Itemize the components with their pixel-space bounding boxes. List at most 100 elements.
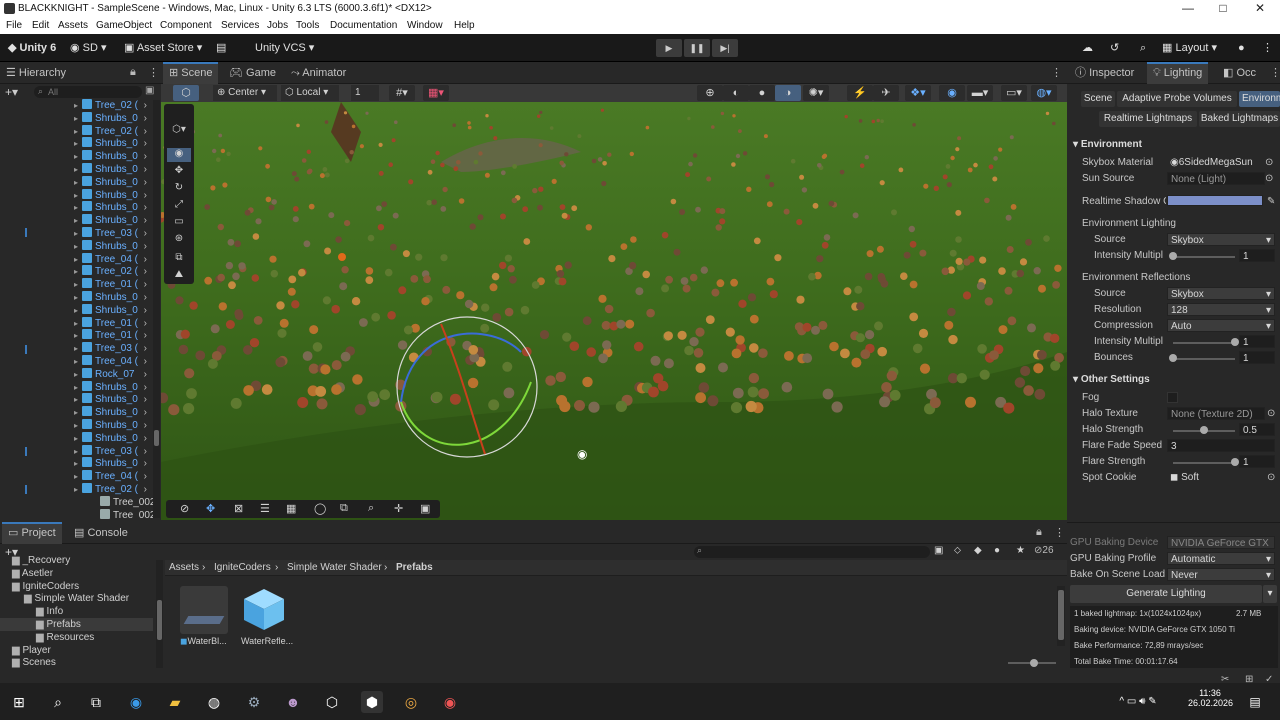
rotate-tool-icon[interactable]: ↻	[167, 182, 191, 196]
task-view-icon[interactable]: ⧉	[85, 691, 107, 713]
help-icon[interactable]: ●	[1238, 40, 1245, 56]
chevron-right-icon[interactable]: ▸	[74, 150, 82, 163]
terrain-tool-icon[interactable]: ⛰	[167, 269, 191, 283]
chevron-right-icon[interactable]: ▸	[74, 406, 82, 419]
shading-shaded-icon[interactable]: ●	[749, 85, 775, 101]
chevron-right-icon[interactable]: ›	[144, 278, 147, 291]
er-source-dropdown[interactable]: Skybox ▾	[1167, 287, 1275, 300]
terrain-render[interactable]: ◉	[161, 102, 1067, 520]
chevron-right-icon[interactable]: ▸	[74, 125, 82, 138]
transform-tool-icon[interactable]: ⊛	[167, 233, 191, 247]
chevron-right-icon[interactable]: ›	[144, 393, 147, 406]
chevron-right-icon[interactable]: ›	[144, 483, 147, 496]
chevron-right-icon[interactable]: ▸	[74, 214, 82, 227]
spot-cookie-field[interactable]: ◼ Soft	[1167, 471, 1265, 484]
hierarchy-item[interactable]: ▸ Tree_04 (›	[0, 252, 153, 266]
eyedropper-icon[interactable]: ✎	[1267, 196, 1275, 207]
hierarchy-scrollbar[interactable]	[153, 100, 160, 518]
scene-visibility-icon[interactable]: ▣	[145, 85, 154, 96]
hierarchy-item[interactable]: Tree_002	[0, 508, 153, 519]
more-menu-icon[interactable]: ⋮	[1262, 40, 1273, 56]
menu-documentation[interactable]: Documentation	[330, 20, 397, 31]
hierarchy-item[interactable]: ▸ Tree_02 (›	[0, 99, 153, 112]
hierarchy-item[interactable]: ▸ Shrubs_0 ›	[0, 175, 153, 189]
unity-version-button[interactable]: ◆ Unity 6	[8, 40, 56, 56]
hierarchy-item[interactable]: ▸ Shrubs_0 ›	[0, 111, 153, 125]
chevron-right-icon[interactable]: ▸	[74, 291, 82, 304]
pivot-dropdown[interactable]: ⊕ Center ▾	[213, 85, 277, 101]
hierarchy-item[interactable]: ▸ Tree_04 (›	[0, 470, 153, 483]
edge-browser-icon[interactable]: ◉	[125, 691, 147, 713]
breadcrumb-assets[interactable]: Assets	[169, 562, 199, 573]
unity-editor-icon[interactable]: ⬢	[361, 691, 383, 713]
chevron-right-icon[interactable]: ▸	[74, 445, 82, 458]
rotate-icon[interactable]: ⊠	[234, 502, 243, 515]
space-dropdown[interactable]: ⬡ Local ▾	[281, 85, 339, 101]
settings-icon[interactable]: ▣	[420, 502, 430, 515]
favorite-icon[interactable]: ★	[1016, 545, 1025, 556]
hierarchy-item[interactable]: ▸ Tree_02 (›	[0, 265, 153, 278]
chevron-right-icon[interactable]: ›	[144, 419, 147, 432]
bake-on-load-dropdown[interactable]: Never ▾	[1167, 568, 1275, 581]
chevron-right-icon[interactable]: ›	[144, 150, 147, 163]
pan-icon[interactable]: ✛	[394, 502, 403, 515]
hierarchy-item[interactable]: ▸ Shrubs_0 ›	[0, 150, 153, 163]
hierarchy-item[interactable]: ▸ Shrubs_0 ›	[0, 201, 153, 214]
tab-console[interactable]: ▤ Console	[68, 522, 134, 544]
chevron-right-icon[interactable]: ▸	[74, 176, 82, 189]
hierarchy-item[interactable]: ▸ Tree_03 (›	[0, 227, 153, 240]
move-tool-icon[interactable]: ✥	[167, 165, 191, 179]
chevron-right-icon[interactable]: ›	[144, 137, 147, 150]
menu-window[interactable]: Window	[407, 20, 443, 31]
chevron-right-icon[interactable]: ▸	[74, 201, 82, 214]
chevron-right-icon[interactable]: ›	[144, 432, 147, 445]
flare-fade-field[interactable]: 3	[1167, 439, 1275, 452]
chevron-right-icon[interactable]: ▸	[74, 278, 82, 291]
project-tree-scrollbar[interactable]	[156, 560, 163, 668]
rect-tool-icon[interactable]: ▭	[167, 216, 191, 230]
grid-visibility-icon[interactable]: ▦▾	[423, 85, 449, 101]
chevron-right-icon[interactable]: ▸	[74, 342, 82, 355]
chevron-right-icon[interactable]: ▸	[74, 329, 82, 342]
chevron-right-icon[interactable]: ▸	[74, 227, 82, 240]
tab-hierarchy[interactable]: ☰ Hierarchy	[0, 62, 72, 84]
zoom-icon[interactable]: ⌕	[368, 502, 374, 515]
chevron-right-icon[interactable]: ›	[144, 457, 147, 470]
move-icon[interactable]: ✥	[206, 502, 215, 515]
chevron-right-icon[interactable]: ›	[144, 189, 147, 202]
halo-strength-knob[interactable]	[1200, 426, 1208, 434]
audio-mute-icon[interactable]: ⚡	[847, 85, 873, 101]
hierarchy-item[interactable]: ▸ Rock_07 ›	[0, 367, 153, 381]
tab-scene[interactable]: ⊞ Scene	[163, 62, 219, 84]
chevron-right-icon[interactable]: ›	[144, 355, 147, 368]
generate-lighting-dropdown[interactable]: ▾	[1263, 585, 1277, 603]
hierarchy-item[interactable]: ▸ Shrubs_0 ›	[0, 406, 153, 419]
menu-assets[interactable]: Assets	[58, 20, 88, 31]
tag-icon[interactable]: ◆	[974, 545, 982, 556]
chevron-right-icon[interactable]: ›	[144, 176, 147, 189]
search-by-label-icon[interactable]: ⬦	[954, 545, 961, 556]
chevron-right-icon[interactable]: ›	[144, 445, 147, 458]
er-compression-dropdown[interactable]: Auto ▾	[1167, 319, 1275, 332]
more-menu-icon[interactable]: ⋮	[1051, 66, 1062, 79]
flare-strength-field[interactable]: 1	[1239, 455, 1275, 468]
fx-dropdown-icon[interactable]: ❖▾	[905, 85, 931, 101]
project-folder-item[interactable]: ▆ Asetler	[0, 567, 153, 580]
hierarchy-item[interactable]: ▸ Shrubs_0 ›	[0, 380, 153, 394]
search-by-type-icon[interactable]: ▣	[934, 545, 943, 556]
hierarchy-item[interactable]: ▸ Tree_01 (›	[0, 329, 153, 342]
el-intensity-slider[interactable]	[1173, 256, 1235, 258]
el-intensity-field[interactable]: 1	[1239, 249, 1275, 262]
flare-strength-slider[interactable]	[1173, 462, 1235, 464]
chevron-right-icon[interactable]: ▸	[74, 137, 82, 150]
menu-component[interactable]: Component	[160, 20, 212, 31]
github-icon[interactable]: ◍	[203, 691, 225, 713]
other-settings-foldout[interactable]: ▾ Other Settings	[1073, 374, 1150, 385]
object-picker-icon[interactable]: ⊙	[1267, 472, 1275, 483]
realtime-shadow-color-swatch[interactable]	[1167, 195, 1263, 206]
menu-jobs[interactable]: Jobs	[267, 20, 288, 31]
chevron-right-icon[interactable]: ▸	[74, 457, 82, 470]
menu-services[interactable]: Services	[221, 20, 259, 31]
breadcrumb-prefabs[interactable]: Prefabs	[396, 562, 433, 573]
hierarchy-item[interactable]: ▸ Tree_01 (›	[0, 278, 153, 291]
